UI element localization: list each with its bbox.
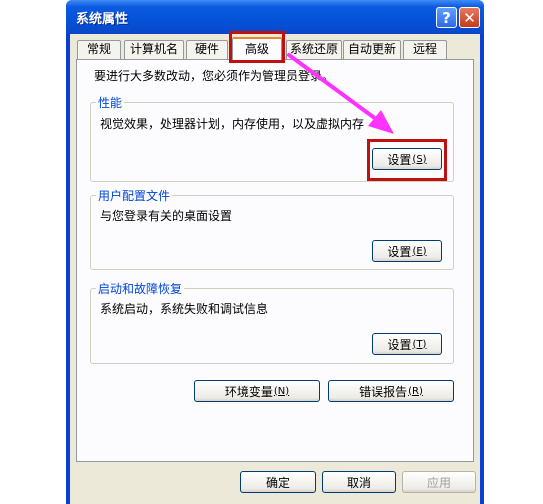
- arrow-shaft: [287, 53, 382, 124]
- annotation-arrow: [287, 53, 394, 134]
